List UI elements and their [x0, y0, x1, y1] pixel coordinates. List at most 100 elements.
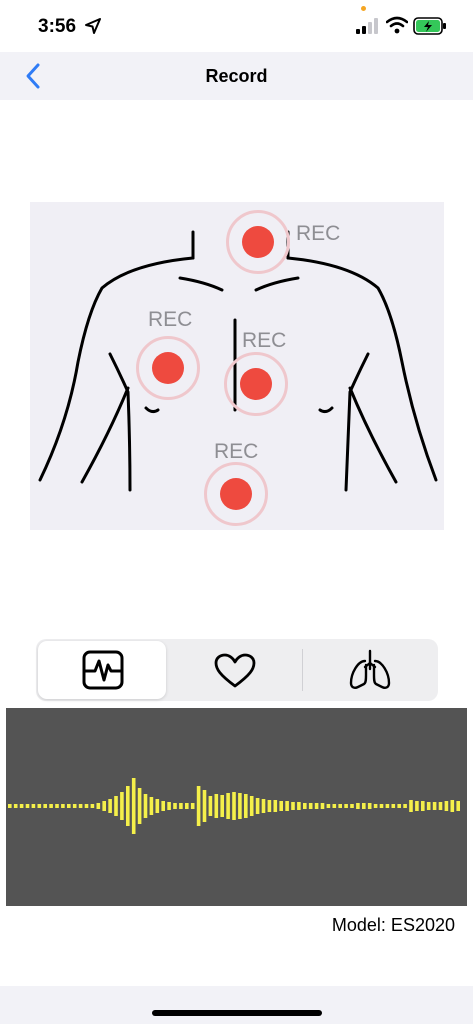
audio-waveform-display: [6, 708, 467, 906]
waveform-bar: [25, 804, 30, 808]
waveform-bar: [285, 801, 289, 811]
waveform-bar: [279, 801, 283, 811]
waveform-bar: [261, 799, 266, 813]
waveform-bar: [244, 794, 248, 818]
waveform-bar: [267, 800, 272, 812]
waveform-bar: [450, 800, 455, 812]
rec-point-upper[interactable]: [226, 210, 290, 274]
mode-segmented-control: [36, 639, 438, 701]
waveform-bar: [385, 804, 390, 808]
status-time: 3:56: [38, 16, 77, 37]
waveform-bar: [161, 801, 165, 811]
waveform-bar: [55, 804, 59, 808]
ecg-waveform-icon: [82, 650, 124, 690]
waveform-bar: [220, 795, 224, 817]
waveform-bar: [96, 803, 101, 809]
waveform-bar: [108, 799, 112, 813]
segment-lungs[interactable]: [304, 639, 436, 701]
waveform-bar: [444, 801, 449, 811]
waveform-bar: [255, 798, 260, 814]
waveform-bar: [320, 803, 325, 809]
waveform-bar: [43, 804, 47, 808]
waveform-bar: [356, 803, 360, 809]
segment-ecg[interactable]: [38, 641, 166, 699]
waveform-bar: [432, 802, 437, 810]
waveform-bar: [114, 796, 118, 816]
waveform-bar: [155, 799, 160, 813]
waveform-bar: [61, 804, 65, 808]
rec-label-lower: REC: [214, 440, 259, 463]
waveform-bar: [90, 804, 95, 808]
waveform-bar: [249, 796, 254, 816]
waveform-bar: [143, 794, 148, 818]
lungs-icon: [349, 649, 391, 689]
waveform-bar: [373, 804, 378, 808]
waveform-bar: [297, 802, 301, 810]
rec-point-left[interactable]: [136, 336, 200, 400]
waveform-bar: [67, 804, 71, 808]
wifi-icon: [386, 16, 408, 34]
waveform-bar: [179, 803, 183, 809]
waveform-bar: [78, 804, 83, 808]
waveform-bar: [190, 803, 195, 809]
waveform-bar: [167, 802, 171, 810]
waveform-bar: [196, 786, 201, 826]
waveform-bar: [19, 804, 24, 808]
waveform-bar: [332, 804, 337, 808]
waveform-bar: [308, 803, 313, 809]
heart-icon: [214, 653, 256, 688]
segment-divider: [302, 649, 303, 691]
rec-label-center: REC: [242, 329, 287, 352]
waveform-bar: [426, 802, 431, 810]
page-title: Record: [205, 66, 268, 86]
waveform-bar: [367, 803, 372, 809]
waveform-bar: [173, 803, 177, 809]
privacy-indicator-dot: [361, 6, 366, 11]
waveform-canvas: [8, 778, 460, 834]
waveform-bar: [326, 804, 331, 808]
waveform-bar: [72, 804, 77, 808]
rec-label-upper: REC: [296, 222, 341, 245]
waveform-bar: [391, 804, 396, 808]
waveform-bar: [37, 804, 42, 808]
waveform-bar: [131, 778, 136, 834]
rec-point-lower[interactable]: [204, 462, 268, 526]
waveform-bar: [314, 803, 319, 809]
rec-point-center[interactable]: [224, 352, 288, 416]
waveform-bar: [362, 803, 366, 809]
waveform-bar: [31, 804, 36, 808]
waveform-bar: [126, 786, 130, 826]
waveform-bar: [137, 788, 142, 824]
waveform-bar: [409, 800, 413, 812]
waveform-bar: [238, 793, 242, 819]
waveform-bar: [273, 800, 278, 812]
waveform-bar: [13, 804, 18, 808]
battery-charging-icon: [413, 17, 446, 35]
waveform-bar: [291, 802, 295, 810]
waveform-bar: [344, 804, 348, 808]
waveform-bar: [232, 792, 236, 820]
model-label: Model: ES2020: [331, 915, 455, 935]
waveform-bar: [421, 801, 425, 811]
body-map-panel: REC REC REC REC: [30, 202, 444, 530]
waveform-bar: [397, 804, 401, 808]
waveform-bar: [415, 801, 419, 811]
waveform-bar: [226, 793, 230, 819]
waveform-bar: [185, 803, 189, 809]
waveform-bar: [84, 804, 89, 808]
waveform-bar: [149, 797, 154, 815]
home-indicator: [152, 1010, 322, 1016]
waveform-bar: [120, 792, 124, 820]
waveform-bar: [338, 804, 342, 808]
navigation-bar: Record: [0, 52, 473, 100]
waveform-bar: [8, 804, 12, 808]
cellular-signal-icon: [356, 18, 378, 34]
rec-label-left: REC: [148, 308, 193, 331]
waveform-bar: [403, 804, 407, 808]
waveform-bar: [214, 794, 219, 818]
segment-heart[interactable]: [168, 639, 302, 701]
location-arrow-icon: [85, 18, 101, 34]
waveform-bar: [350, 804, 354, 808]
status-bar: 3:56: [0, 0, 473, 52]
waveform-bar: [49, 804, 53, 808]
